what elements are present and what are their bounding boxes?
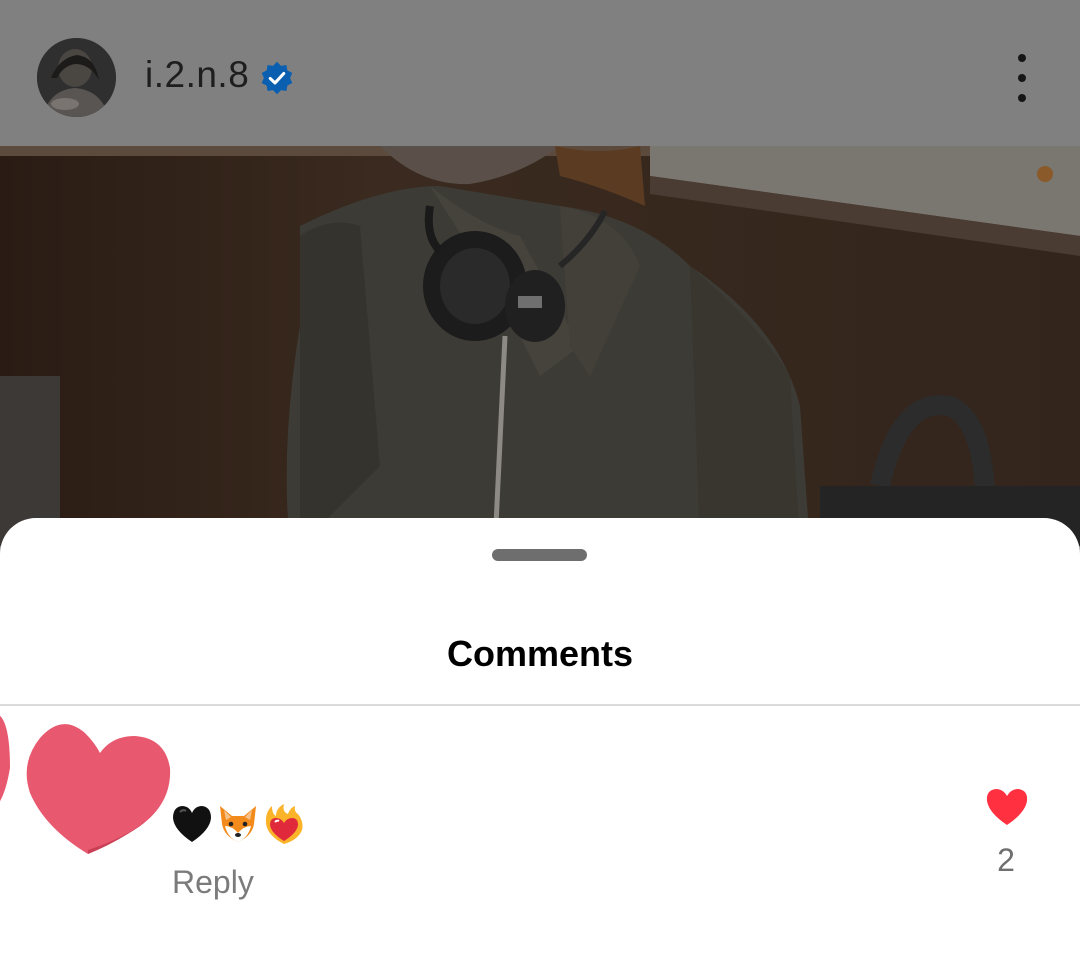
post-header: i.2.n.8 [0, 0, 1080, 146]
divider [0, 704, 1080, 706]
like-count: 2 [997, 842, 1015, 878]
heart-icon[interactable] [985, 787, 1029, 827]
drag-handle[interactable] [492, 549, 587, 561]
profile-avatar[interactable] [37, 38, 116, 117]
screen: i.2.n.8 Comments Reply 2 [0, 0, 1080, 961]
username[interactable]: i.2.n.8 [145, 54, 249, 96]
more-options-button[interactable] [1002, 54, 1042, 102]
more-vertical-icon [1018, 54, 1026, 62]
verified-badge-icon [261, 61, 293, 95]
reply-button[interactable]: Reply [172, 864, 254, 901]
black-heart-emoji [173, 806, 211, 842]
fox-face-emoji [220, 806, 256, 842]
heart-on-fire-emoji [265, 804, 303, 844]
heart-avatar[interactable] [0, 708, 175, 858]
comment-text [170, 801, 306, 847]
post-photo[interactable] [0, 146, 1080, 546]
comments-sheet: Comments Reply 2 [0, 518, 1080, 961]
sheet-title: Comments [446, 633, 634, 674]
